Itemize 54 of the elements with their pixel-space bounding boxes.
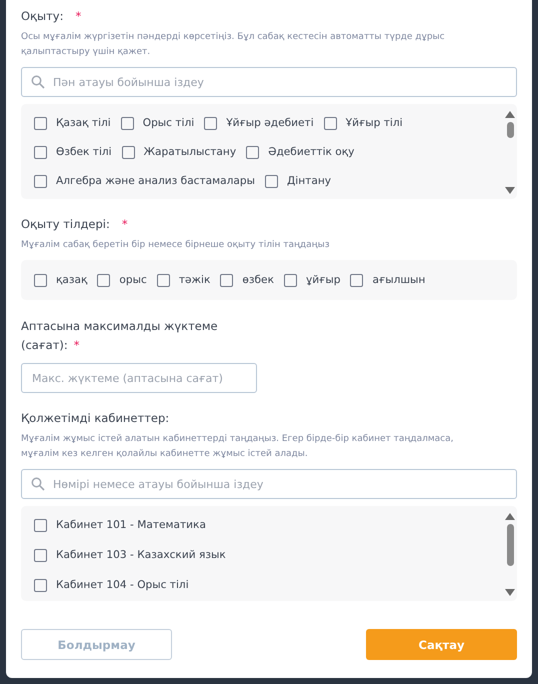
checkbox[interactable] [220,274,234,286]
checkbox-label[interactable]: өзбек [242,272,274,288]
scrollbar-thumb[interactable] [506,524,514,566]
checkbox[interactable] [324,116,337,130]
checkbox[interactable] [246,146,260,158]
checkbox-label[interactable]: ұйғыр [306,272,340,288]
checkbox[interactable] [350,274,364,286]
checkbox[interactable] [265,174,278,188]
checkbox-label[interactable]: Орыс тілі [142,115,194,131]
field-label: Оқыту: [21,8,64,24]
checkbox[interactable] [284,274,297,286]
checkbox[interactable] [156,274,170,286]
input-field[interactable]: Макс. жүктеме (аптасына сағат) [21,363,257,393]
checkbox[interactable] [34,518,47,532]
checkbox[interactable] [204,116,218,130]
checkbox-label[interactable]: Жаратылыстану [144,144,236,160]
checkbox-label[interactable]: орыс [119,272,147,288]
checkbox[interactable] [34,578,47,592]
hint-text: Мұғалім сабақ беретін бір немесе бірнеше оқыту тілін таңдаңыз [21,239,331,252]
checkbox-label[interactable]: Ұйғыр әдебиеті [226,115,314,131]
checkbox[interactable] [34,274,47,286]
field-label: Аптасына максималды жүктеме (сағат): * [21,318,219,354]
checkbox[interactable] [34,548,47,562]
checkbox-label[interactable]: Дінтану [287,173,332,189]
checkbox[interactable] [120,116,134,130]
scrollbar-thumb[interactable] [506,122,514,138]
checkbox-label[interactable]: Өзбек тілі [56,144,112,160]
checkbox[interactable] [34,146,47,158]
checkbox-label[interactable]: Кабинет 103 - Казахский язык [56,547,226,563]
checkbox[interactable] [97,274,110,286]
search-field[interactable]: Нөмірі немесе атауы бойынша іздеу [21,469,517,499]
checkbox-label[interactable]: тәжік [178,272,210,288]
checkbox-label[interactable]: ағылшын [372,272,426,288]
field-label: Оқыту тілдері: [21,216,110,232]
checkbox-label[interactable]: Қазақ тілі [56,115,111,131]
scroll-down-icon[interactable] [505,187,515,195]
checkbox-label[interactable]: Кабинет 101 - Математика [56,517,206,533]
scroll-down-icon[interactable] [505,589,515,597]
hint-text: Мұғалім жұмыс істей алатын кабинеттерді таңдаңыз. Егер бірде-бір кабинет таңдалмаса, мұғалім кез келген қолайлы кабинетте жұмыс істей алады. [21,433,454,461]
scroll-up-icon[interactable] [505,110,515,118]
checkbox-label[interactable]: Кабинет 104 - Орыс тілі [56,577,189,593]
checkbox[interactable] [122,146,135,158]
required-mark: * [122,216,128,232]
checkbox[interactable] [34,174,47,188]
checkbox-label[interactable]: Ұйғыр тілі [346,115,403,131]
checkbox[interactable] [34,116,47,130]
search-field[interactable]: Пән атауы бойынша іздеу [21,67,517,97]
required-mark: * [75,8,82,24]
scroll-up-icon[interactable] [505,512,515,520]
checkbox-label[interactable]: қазақ [56,272,88,288]
field-label: Қолжетімді кабинеттер: [21,410,170,426]
checkbox-label[interactable]: Алгебра және анализ бастамалары [56,173,256,189]
checkbox-label[interactable]: Әдебиеттік оқу [268,144,354,160]
hint-text: Осы мұғалім жүргізетін пәндерді көрсетіңіз. Бұл сабақ кестесін автоматты түрде дұрыс қалыптастыру үшін қажет. [21,31,446,59]
